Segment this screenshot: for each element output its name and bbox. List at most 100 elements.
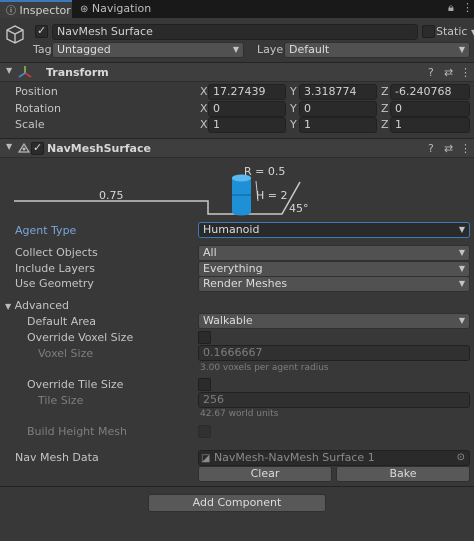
layer-dropdown[interactable]: Default ▼ xyxy=(284,42,470,58)
static-label: Static xyxy=(436,25,468,38)
agent-type-label: Agent Type xyxy=(15,224,77,237)
collect-objects-label: Collect Objects xyxy=(15,246,98,259)
navmesh-title: NavMeshSurface xyxy=(47,142,151,155)
tab-navigation-label: Navigation xyxy=(91,2,152,15)
tile-size-hint: 42.67 world units xyxy=(200,409,279,419)
advanced-label: Advanced xyxy=(14,299,69,312)
collapse-arrow-icon[interactable]: ▼ xyxy=(6,142,12,151)
static-checkbox[interactable] xyxy=(422,25,435,38)
override-voxel-size-label: Override Voxel Size xyxy=(27,331,134,344)
rotation-x-field[interactable]: 0 xyxy=(208,101,286,117)
component-menu-icon[interactable]: ⋮ xyxy=(460,66,471,79)
collapse-arrow-icon: ▼ xyxy=(5,302,12,311)
lock-icon[interactable]: 🔒︎ xyxy=(448,1,454,15)
rotation-label: Rotation xyxy=(15,102,62,115)
override-tile-size-label: Override Tile Size xyxy=(27,378,124,391)
rotation-z-label[interactable]: Z xyxy=(381,102,389,115)
tab-inspector[interactable]: ⓘ Inspector xyxy=(0,0,72,18)
use-geometry-dropdown[interactable]: Render Meshes ▼ xyxy=(198,276,470,292)
object-name-field[interactable]: NavMesh Surface xyxy=(52,24,418,40)
nav-mesh-data-field[interactable]: ◪ NavMesh-NavMesh Surface 1 ⊙ xyxy=(198,450,470,466)
include-layers-value: Everything xyxy=(203,262,263,275)
transform-header[interactable]: ▼ Transform ? ⇄ ⋮ xyxy=(0,62,474,82)
gameobject-cube-icon xyxy=(4,24,26,46)
max-slope-label: 45° xyxy=(289,202,309,215)
tab-inspector-label: Inspector xyxy=(19,4,71,17)
collect-objects-dropdown[interactable]: All ▼ xyxy=(198,245,470,261)
navmesh-asset-icon: ◪ xyxy=(201,453,211,464)
tab-bar: ⓘ Inspector ⊛ Navigation 🔒︎ ⋮ xyxy=(0,0,474,18)
chevron-down-icon: ▼ xyxy=(232,45,239,54)
voxel-size-field: 0.1666667 xyxy=(198,345,470,361)
bake-button[interactable]: Bake xyxy=(336,466,470,482)
rotation-y-field[interactable]: 0 xyxy=(299,101,377,117)
position-y-label[interactable]: Y xyxy=(290,85,297,98)
position-z-field[interactable]: -6.240768 xyxy=(390,84,470,100)
chevron-down-icon: ▼ xyxy=(458,45,465,54)
tab-navigation[interactable]: ⊛ Navigation xyxy=(76,0,156,18)
voxel-size-hint: 3.00 voxels per agent radius xyxy=(200,363,329,373)
layer-value: Default xyxy=(289,43,330,56)
override-voxel-size-checkbox[interactable] xyxy=(198,331,211,344)
transform-title: Transform xyxy=(46,66,109,79)
position-x-field[interactable]: 17.27439 xyxy=(208,84,286,100)
override-tile-size-checkbox[interactable] xyxy=(198,378,211,391)
preset-icon[interactable]: ⇄ xyxy=(444,66,453,79)
default-area-label: Default Area xyxy=(27,315,97,328)
scale-x-field[interactable]: 1 xyxy=(208,117,286,133)
info-icon: ⓘ xyxy=(6,6,16,17)
default-area-value: Walkable xyxy=(203,314,253,327)
static-dropdown[interactable]: Static ▼ xyxy=(436,25,474,38)
collect-objects-value: All xyxy=(203,246,217,259)
advanced-foldout[interactable]: ▼ Advanced xyxy=(5,299,69,312)
navmesh-enabled-checkbox[interactable] xyxy=(31,141,44,155)
divider xyxy=(0,486,474,487)
position-z-label[interactable]: Z xyxy=(381,85,389,98)
scale-z-field[interactable]: 1 xyxy=(390,117,470,133)
build-height-mesh-checkbox xyxy=(198,425,211,438)
rotation-z-field[interactable]: 0 xyxy=(390,101,470,117)
scale-y-label[interactable]: Y xyxy=(290,118,297,131)
position-label: Position xyxy=(15,85,58,98)
chevron-down-icon: ▼ xyxy=(458,316,465,325)
collapse-arrow-icon[interactable]: ▼ xyxy=(6,66,12,75)
chevron-down-icon: ▼ xyxy=(458,248,465,257)
component-menu-icon[interactable]: ⋮ xyxy=(460,142,471,155)
scale-y-field[interactable]: 1 xyxy=(299,117,377,133)
tag-value: Untagged xyxy=(57,43,111,56)
menu-icon[interactable]: ⋮ xyxy=(462,1,473,14)
help-icon[interactable]: ? xyxy=(428,66,434,79)
nav-mesh-data-value: NavMesh-NavMesh Surface 1 xyxy=(213,451,375,464)
step-height-label: 0.75 xyxy=(99,189,124,202)
agent-type-value: Humanoid xyxy=(203,223,260,236)
help-icon[interactable]: ? xyxy=(428,142,434,155)
include-layers-dropdown[interactable]: Everything ▼ xyxy=(198,261,470,277)
default-area-dropdown[interactable]: Walkable ▼ xyxy=(198,313,470,329)
use-geometry-label: Use Geometry xyxy=(15,277,94,290)
use-geometry-value: Render Meshes xyxy=(203,277,288,290)
agent-type-dropdown[interactable]: Humanoid ▼ xyxy=(198,222,470,238)
scale-z-label[interactable]: Z xyxy=(381,118,389,131)
chevron-down-icon: ▼ xyxy=(458,279,465,288)
navmesh-component-icon xyxy=(17,141,31,158)
nav-mesh-data-label: Nav Mesh Data xyxy=(15,451,99,464)
scale-label: Scale xyxy=(15,118,45,131)
scale-x-label[interactable]: X xyxy=(200,118,208,131)
active-checkbox[interactable] xyxy=(35,24,48,38)
navmesh-surface-header[interactable]: ▼ NavMeshSurface ? ⇄ ⋮ xyxy=(0,138,474,158)
tag-dropdown[interactable]: Untagged ▼ xyxy=(52,42,244,58)
add-component-button[interactable]: Add Component xyxy=(148,494,326,512)
tile-size-field: 256 xyxy=(198,392,470,408)
position-x-label[interactable]: X xyxy=(200,85,208,98)
voxel-size-label: Voxel Size xyxy=(38,347,94,360)
rotation-y-label[interactable]: Y xyxy=(290,102,297,115)
object-picker-icon[interactable]: ⊙ xyxy=(457,451,465,465)
preset-icon[interactable]: ⇄ xyxy=(444,142,453,155)
rotation-x-label[interactable]: X xyxy=(200,102,208,115)
include-layers-label: Include Layers xyxy=(15,262,95,275)
build-height-mesh-label: Build Height Mesh xyxy=(27,425,127,438)
position-y-field[interactable]: 3.318774 xyxy=(299,84,377,100)
agent-height-label: H = 2 xyxy=(256,189,288,202)
clear-button[interactable]: Clear xyxy=(198,466,332,482)
chevron-down-icon: ▼ xyxy=(458,264,465,273)
